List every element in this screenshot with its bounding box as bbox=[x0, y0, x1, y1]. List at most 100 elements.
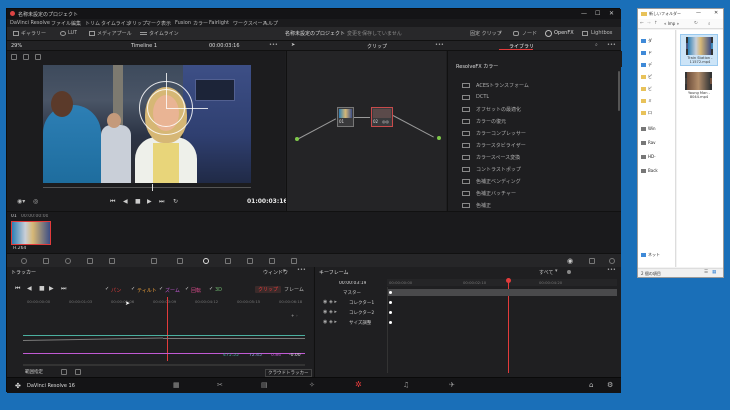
media-page-icon[interactable]: ▦ bbox=[173, 381, 180, 389]
more-options-icon-3[interactable]: ••• bbox=[607, 42, 616, 48]
nav-item[interactable]: ダ bbox=[648, 38, 652, 44]
lightbox-button[interactable]: Lightbox bbox=[591, 30, 613, 36]
kf-keyframe-dot[interactable] bbox=[389, 311, 392, 314]
kf-expand-icon[interactable]: ◉ ◈ ▸ bbox=[323, 299, 337, 305]
gallery-button[interactable]: ギャラリー bbox=[21, 30, 46, 37]
nav-item[interactable]: ミ bbox=[648, 98, 652, 104]
nav-item[interactable]: HD- bbox=[648, 154, 656, 159]
details-view-icon[interactable]: ☰ bbox=[704, 270, 708, 275]
edit-page-icon[interactable]: ▤ bbox=[261, 381, 268, 389]
nav-item[interactable]: ビ bbox=[648, 86, 652, 92]
kf-expand-icon[interactable]: ◉ ◈ ▸ bbox=[323, 319, 337, 325]
track-reverse-icon[interactable]: ◀ bbox=[27, 285, 32, 292]
play-icon[interactable]: ▶ bbox=[147, 198, 152, 205]
highlight-icon[interactable] bbox=[23, 54, 29, 60]
nav-item[interactable]: Back bbox=[648, 168, 658, 173]
reverse-icon[interactable]: ◀ bbox=[123, 198, 128, 205]
tracker-ruler[interactable]: 00:00:00:00 00:00:01:03 00:00:02:06 00:0… bbox=[23, 299, 305, 305]
back-icon[interactable]: ← bbox=[640, 21, 644, 26]
menu-color[interactable]: カラー bbox=[193, 20, 208, 27]
fusion-page-icon[interactable]: ✧ bbox=[309, 381, 315, 389]
qualifier-icon[interactable] bbox=[177, 258, 183, 264]
library-item[interactable]: カラーコンプレッサー bbox=[458, 129, 608, 139]
nav-item[interactable]: ピ bbox=[648, 74, 652, 80]
nav-item[interactable]: Win bbox=[648, 126, 656, 131]
nav-item[interactable]: Rav bbox=[648, 140, 656, 145]
clip-dropdown[interactable]: クリップ bbox=[367, 43, 387, 50]
kf-row-corrector1[interactable]: ◉ ◈ ▸ コレクター1 bbox=[315, 299, 622, 307]
track-backward-icon[interactable]: ⏮ bbox=[15, 285, 20, 293]
node-input-dot[interactable] bbox=[295, 137, 299, 141]
library-item[interactable]: コントラストポップ bbox=[458, 165, 608, 175]
video-frame[interactable] bbox=[43, 65, 251, 183]
refresh-icon[interactable]: ↻ bbox=[694, 21, 698, 26]
tracker-icon[interactable] bbox=[225, 258, 231, 264]
kf-row-master[interactable]: マスター bbox=[315, 289, 622, 297]
explorer-address-bar[interactable]: ← → ↑ « Imp » ↻ ⌕ bbox=[638, 19, 723, 29]
minimize-button[interactable]: — bbox=[581, 10, 587, 17]
menu-help[interactable]: ヘルプ bbox=[263, 20, 278, 27]
library-item[interactable]: 色補正ベンディング bbox=[458, 177, 608, 187]
timeline-button[interactable]: タイムライン bbox=[149, 30, 179, 37]
library-scrollbar[interactable] bbox=[618, 71, 620, 111]
pan-checkbox[interactable]: ✓ bbox=[105, 286, 109, 292]
track-mode-icon[interactable] bbox=[61, 369, 67, 375]
tracker-scrollbar[interactable] bbox=[23, 364, 305, 366]
menu-fairlight[interactable]: Fairlight bbox=[209, 20, 229, 26]
mediapool-button[interactable]: メディアプール bbox=[97, 30, 132, 37]
openfx-button[interactable]: OpenFX bbox=[554, 30, 574, 36]
tilt-checkbox[interactable]: ✓ bbox=[131, 286, 135, 292]
blur-icon[interactable] bbox=[269, 258, 275, 264]
nodes-button[interactable]: ノード bbox=[522, 30, 537, 37]
library-item[interactable]: ACESトランスフォーム bbox=[458, 81, 608, 91]
kf-row-corrector2[interactable]: ◉ ◈ ▸ コレクター2 bbox=[315, 309, 622, 317]
color-wheels-icon[interactable] bbox=[65, 258, 71, 264]
menu-mark[interactable]: マーク bbox=[146, 20, 161, 27]
menu-edit[interactable]: 編集 bbox=[71, 20, 81, 27]
library-item[interactable]: オフセットの最適化 bbox=[458, 105, 608, 115]
window-icon[interactable] bbox=[203, 258, 209, 264]
more-options-icon-5[interactable]: ••• bbox=[607, 267, 616, 273]
motion-effects-icon[interactable] bbox=[109, 258, 115, 264]
file-item[interactable]: Train Station - 11572.mp4 bbox=[680, 34, 718, 66]
home-icon[interactable]: ⌂ bbox=[589, 381, 593, 389]
scopes-icon[interactable] bbox=[589, 258, 595, 264]
cloud-tracker-dropdown[interactable]: クラウドトラッカー bbox=[265, 369, 312, 377]
large-icons-view-icon[interactable]: ▦ bbox=[712, 270, 716, 275]
close-button[interactable]: ✕ bbox=[609, 10, 614, 17]
file-item[interactable]: Young Man - 8044.mp4 bbox=[680, 70, 718, 102]
library-item[interactable]: カラースペース変換 bbox=[458, 153, 608, 163]
info-icon[interactable] bbox=[609, 258, 615, 264]
audio-icon[interactable]: ◎ bbox=[33, 198, 38, 205]
viewer-mode-icon[interactable]: ◉▾ bbox=[17, 198, 25, 205]
3d-checkbox[interactable]: ✓ bbox=[209, 286, 213, 292]
lut-button[interactable]: LUT bbox=[68, 30, 77, 36]
menu-davinci[interactable]: DaVinci Resolve bbox=[10, 20, 50, 26]
track-stop-icon[interactable]: ■ bbox=[39, 285, 45, 292]
zoom-dropdown[interactable]: 29% bbox=[11, 43, 22, 49]
grid-icon[interactable] bbox=[35, 54, 41, 60]
eye-icon[interactable]: ◉ bbox=[567, 257, 573, 265]
menu-trim[interactable]: トリム bbox=[85, 20, 100, 27]
key-icon[interactable] bbox=[291, 258, 297, 264]
node-output-dot[interactable] bbox=[437, 136, 441, 140]
menu-fusion[interactable]: Fusion bbox=[175, 20, 191, 26]
go-to-start-icon[interactable]: ⏮ bbox=[110, 198, 115, 206]
explorer-close-button[interactable]: ✕ bbox=[714, 10, 718, 16]
kf-keyframe-dot[interactable] bbox=[389, 321, 392, 324]
rgb-mixer-icon[interactable] bbox=[87, 258, 93, 264]
rotate-checkbox[interactable]: ✓ bbox=[185, 286, 189, 292]
nav-item[interactable]: ロ bbox=[648, 110, 652, 116]
clip-thumbnail[interactable] bbox=[11, 221, 51, 245]
keyframe-ruler[interactable]: 00:00:00:00 00:00:02:10 00:00:04:20 bbox=[387, 279, 617, 286]
deliver-page-icon[interactable]: ✈ bbox=[449, 381, 455, 389]
node-01[interactable]: 01 bbox=[337, 107, 354, 127]
stop-icon[interactable]: ■ bbox=[135, 198, 141, 205]
nav-item[interactable]: デ bbox=[648, 62, 652, 68]
track-end-icon[interactable]: ⏭ bbox=[61, 285, 66, 293]
library-item[interactable]: DCTL bbox=[458, 93, 608, 103]
keyframe-mode-dropdown[interactable]: すべて bbox=[539, 269, 553, 276]
menu-file[interactable]: ファイル bbox=[51, 20, 71, 27]
graph-zoom-icon[interactable]: + ◦ bbox=[291, 313, 298, 318]
viewer-scrubber[interactable] bbox=[43, 187, 251, 188]
